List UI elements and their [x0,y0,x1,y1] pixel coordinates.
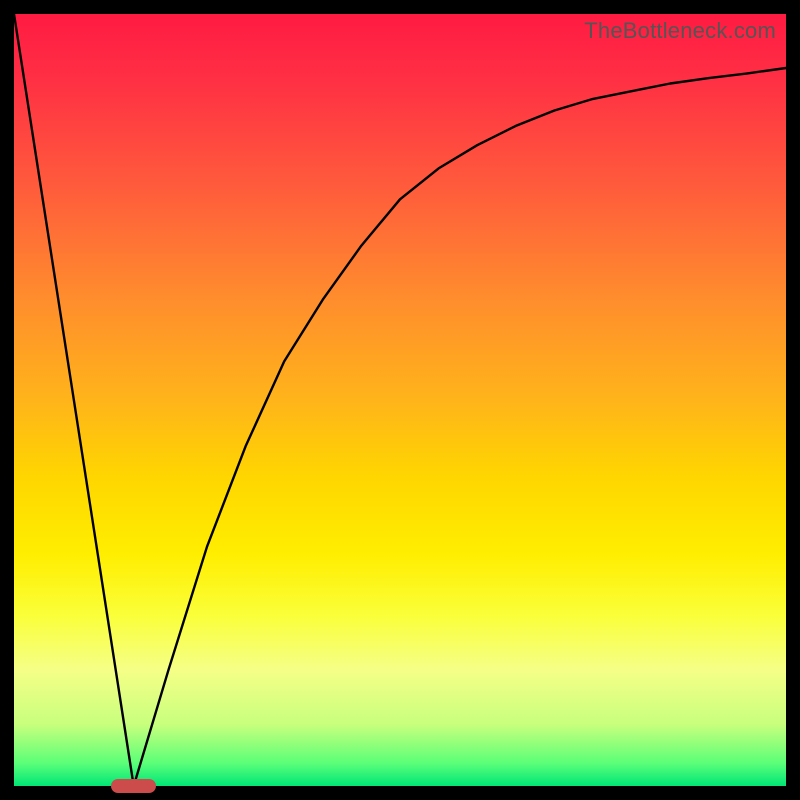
chart-frame: TheBottleneck.com [0,0,800,800]
bottleneck-curve [14,14,786,786]
plot-area: TheBottleneck.com [14,14,786,786]
optimal-marker [111,779,157,793]
